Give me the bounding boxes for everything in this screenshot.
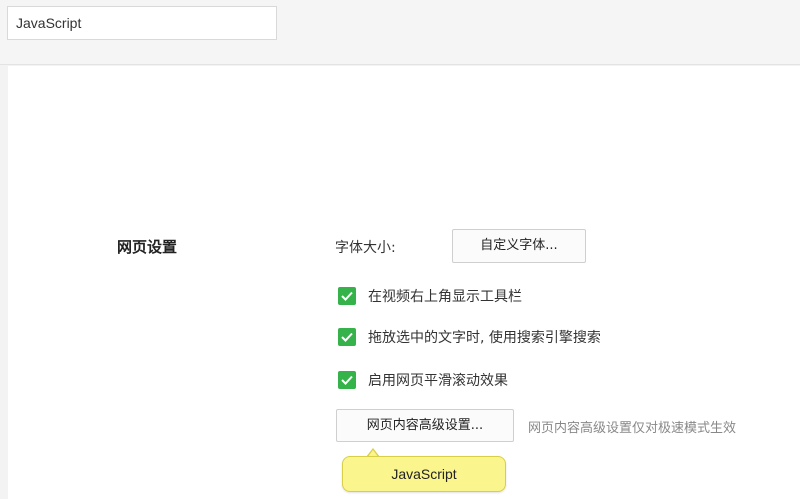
section-title: 网页设置 bbox=[117, 238, 178, 256]
top-bar: JavaScript bbox=[0, 0, 800, 65]
checkbox-label: 启用网页平滑滚动效果 bbox=[368, 373, 508, 389]
font-size-label: 字体大小: bbox=[335, 240, 396, 256]
checkbox-label: 在视频右上角显示工具栏 bbox=[368, 289, 522, 305]
checkbox-checked-icon[interactable] bbox=[338, 287, 356, 305]
advanced-settings-hint: 网页内容高级设置仅对极速模式生效 bbox=[528, 421, 737, 436]
checkbox-row-toolbar[interactable]: 在视频右上角显示工具栏 bbox=[338, 286, 522, 306]
checkbox-checked-icon[interactable] bbox=[338, 371, 356, 389]
search-input[interactable]: JavaScript bbox=[7, 6, 277, 40]
checkbox-row-smooth-scroll[interactable]: 启用网页平滑滚动效果 bbox=[338, 370, 508, 390]
custom-font-button[interactable]: 自定义字体... bbox=[452, 229, 586, 263]
checkbox-row-drag-search[interactable]: 拖放选中的文字时, 使用搜索引擎搜索 bbox=[338, 327, 601, 347]
checkbox-label: 拖放选中的文字时, 使用搜索引擎搜索 bbox=[368, 330, 601, 346]
tooltip: JavaScript bbox=[342, 456, 506, 492]
advanced-settings-button[interactable]: 网页内容高级设置... bbox=[336, 409, 514, 442]
checkbox-checked-icon[interactable] bbox=[338, 328, 356, 346]
